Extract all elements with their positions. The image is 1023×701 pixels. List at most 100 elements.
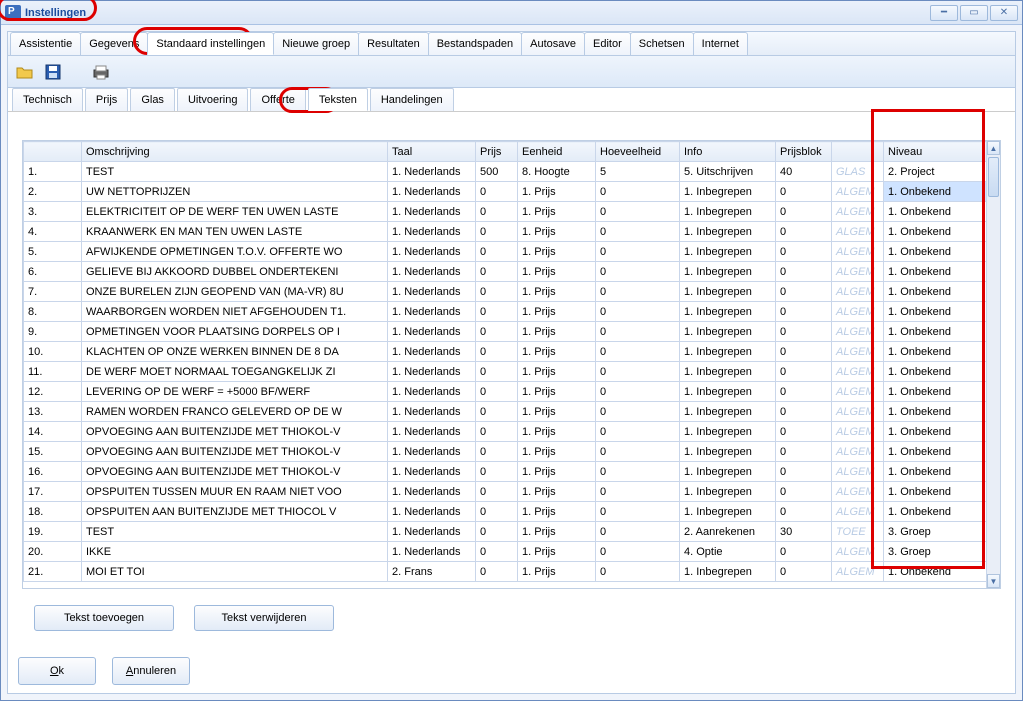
- cell[interactable]: 1. Inbegrepen: [680, 322, 776, 342]
- cell[interactable]: OPMETINGEN VOOR PLAATSING DORPELS OP I: [82, 322, 388, 342]
- cell[interactable]: 1. Inbegrepen: [680, 562, 776, 582]
- cell[interactable]: 1. Prijs: [518, 462, 596, 482]
- main-tab-standaard-instellingen[interactable]: Standaard instellingen: [147, 32, 274, 55]
- cell[interactable]: TEST: [82, 522, 388, 542]
- cell[interactable]: 0: [596, 262, 680, 282]
- cell[interactable]: 1. Prijs: [518, 382, 596, 402]
- print-button[interactable]: [90, 61, 112, 83]
- cell[interactable]: 0: [596, 242, 680, 262]
- cell[interactable]: 12.: [24, 382, 82, 402]
- cell[interactable]: 1. Prijs: [518, 342, 596, 362]
- main-tab-resultaten[interactable]: Resultaten: [358, 32, 429, 55]
- cell[interactable]: ALGEM: [832, 382, 884, 402]
- cell[interactable]: 0: [776, 442, 832, 462]
- cell[interactable]: 0: [596, 322, 680, 342]
- cell[interactable]: 1. Prijs: [518, 242, 596, 262]
- cell[interactable]: 0: [776, 202, 832, 222]
- cell[interactable]: ALGEM: [832, 182, 884, 202]
- column-header-prijs[interactable]: Prijs: [476, 142, 518, 162]
- cell[interactable]: 1. Inbegrepen: [680, 442, 776, 462]
- table-row[interactable]: 13.RAMEN WORDEN FRANCO GELEVERD OP DE W1…: [24, 402, 1000, 422]
- cell[interactable]: 1. Prijs: [518, 422, 596, 442]
- cell[interactable]: 0: [476, 282, 518, 302]
- cell[interactable]: 1. Nederlands: [388, 482, 476, 502]
- cell[interactable]: 1. Inbegrepen: [680, 202, 776, 222]
- cell[interactable]: 0: [596, 522, 680, 542]
- cell[interactable]: 1. Inbegrepen: [680, 342, 776, 362]
- cell[interactable]: 0: [776, 302, 832, 322]
- cell[interactable]: 0: [776, 562, 832, 582]
- cell[interactable]: 4.: [24, 222, 82, 242]
- cell[interactable]: 8.: [24, 302, 82, 322]
- cell[interactable]: 1. Nederlands: [388, 442, 476, 462]
- cell[interactable]: 0: [776, 482, 832, 502]
- cell[interactable]: LEVERING OP DE WERF = +5000 BF/WERF: [82, 382, 388, 402]
- cell[interactable]: 8. Hoogte: [518, 162, 596, 182]
- cell[interactable]: 1. Prijs: [518, 522, 596, 542]
- table-row[interactable]: 2.UW NETTOPRIJZEN1. Nederlands01. Prijs0…: [24, 182, 1000, 202]
- cell[interactable]: 1. Inbegrepen: [680, 222, 776, 242]
- main-tab-nieuwe-groep[interactable]: Nieuwe groep: [273, 32, 359, 55]
- cell[interactable]: OPVOEGING AAN BUITENZIJDE MET THIOKOL-V: [82, 422, 388, 442]
- cell[interactable]: 1. Prijs: [518, 182, 596, 202]
- scroll-up-arrow[interactable]: ▲: [987, 141, 1000, 155]
- cell[interactable]: GELIEVE BIJ AKKOORD DUBBEL ONDERTEKENI: [82, 262, 388, 282]
- cell[interactable]: KRAANWERK EN MAN TEN UWEN LASTE: [82, 222, 388, 242]
- sub-tab-handelingen[interactable]: Handelingen: [370, 88, 454, 111]
- cell[interactable]: KLACHTEN OP ONZE WERKEN BINNEN DE 8 DA: [82, 342, 388, 362]
- cell[interactable]: 1. Onbekend: [884, 202, 988, 222]
- cell[interactable]: TEST: [82, 162, 388, 182]
- cell[interactable]: OPVOEGING AAN BUITENZIJDE MET THIOKOL-V: [82, 462, 388, 482]
- table-row[interactable]: 15.OPVOEGING AAN BUITENZIJDE MET THIOKOL…: [24, 442, 1000, 462]
- minimize-button[interactable]: ━: [930, 5, 958, 21]
- cell[interactable]: 0: [476, 302, 518, 322]
- cell[interactable]: 1. Inbegrepen: [680, 422, 776, 442]
- table-row[interactable]: 1.TEST1. Nederlands5008. Hoogte55. Uitsc…: [24, 162, 1000, 182]
- main-tab-schetsen[interactable]: Schetsen: [630, 32, 694, 55]
- remove-text-button[interactable]: Tekst verwijderen: [194, 605, 334, 631]
- cell[interactable]: 1. Inbegrepen: [680, 362, 776, 382]
- cell[interactable]: 0: [596, 382, 680, 402]
- cell[interactable]: IKKE: [82, 542, 388, 562]
- cell[interactable]: 0: [476, 422, 518, 442]
- cell[interactable]: 14.: [24, 422, 82, 442]
- table-row[interactable]: 6.GELIEVE BIJ AKKOORD DUBBEL ONDERTEKENI…: [24, 262, 1000, 282]
- cell[interactable]: 0: [476, 402, 518, 422]
- cell[interactable]: UW NETTOPRIJZEN: [82, 182, 388, 202]
- column-header-prijsblok[interactable]: Prijsblok: [776, 142, 832, 162]
- cell[interactable]: 1. Onbekend: [884, 462, 988, 482]
- cell[interactable]: 1. Nederlands: [388, 422, 476, 442]
- cell[interactable]: 9.: [24, 322, 82, 342]
- data-grid[interactable]: OmschrijvingTaalPrijsEenheidHoeveelheidI…: [22, 140, 1001, 589]
- cell[interactable]: ALGEM: [832, 562, 884, 582]
- table-row[interactable]: 3.ELEKTRICITEIT OP DE WERF TEN UWEN LAST…: [24, 202, 1000, 222]
- cell[interactable]: 0: [476, 222, 518, 242]
- sub-tab-technisch[interactable]: Technisch: [12, 88, 83, 111]
- cell[interactable]: 1. Nederlands: [388, 322, 476, 342]
- cell[interactable]: 0: [596, 202, 680, 222]
- main-tab-internet[interactable]: Internet: [693, 32, 748, 55]
- cell[interactable]: 1. Inbegrepen: [680, 482, 776, 502]
- cell[interactable]: 7.: [24, 282, 82, 302]
- sub-tab-glas[interactable]: Glas: [130, 88, 175, 111]
- cell[interactable]: 0: [776, 282, 832, 302]
- cell[interactable]: 1. Inbegrepen: [680, 502, 776, 522]
- cell[interactable]: 0: [596, 482, 680, 502]
- cell[interactable]: 0: [476, 482, 518, 502]
- cell[interactable]: 11.: [24, 362, 82, 382]
- cell[interactable]: ALGEM: [832, 242, 884, 262]
- cell[interactable]: 1. Inbegrepen: [680, 282, 776, 302]
- table-row[interactable]: 19.TEST1. Nederlands01. Prijs02. Aanreke…: [24, 522, 1000, 542]
- cell[interactable]: 1. Onbekend: [884, 182, 988, 202]
- cell[interactable]: 0: [776, 402, 832, 422]
- cell[interactable]: 1. Onbekend: [884, 302, 988, 322]
- main-tab-bestandspaden[interactable]: Bestandspaden: [428, 32, 522, 55]
- cell[interactable]: 1. Onbekend: [884, 402, 988, 422]
- add-text-button[interactable]: Tekst toevoegen: [34, 605, 174, 631]
- table-row[interactable]: 12.LEVERING OP DE WERF = +5000 BF/WERF 1.…: [24, 382, 1000, 402]
- cell[interactable]: 1. Onbekend: [884, 382, 988, 402]
- cell[interactable]: 0: [596, 342, 680, 362]
- close-button[interactable]: ✕: [990, 5, 1018, 21]
- cell[interactable]: 0: [776, 542, 832, 562]
- cell[interactable]: 1. Prijs: [518, 302, 596, 322]
